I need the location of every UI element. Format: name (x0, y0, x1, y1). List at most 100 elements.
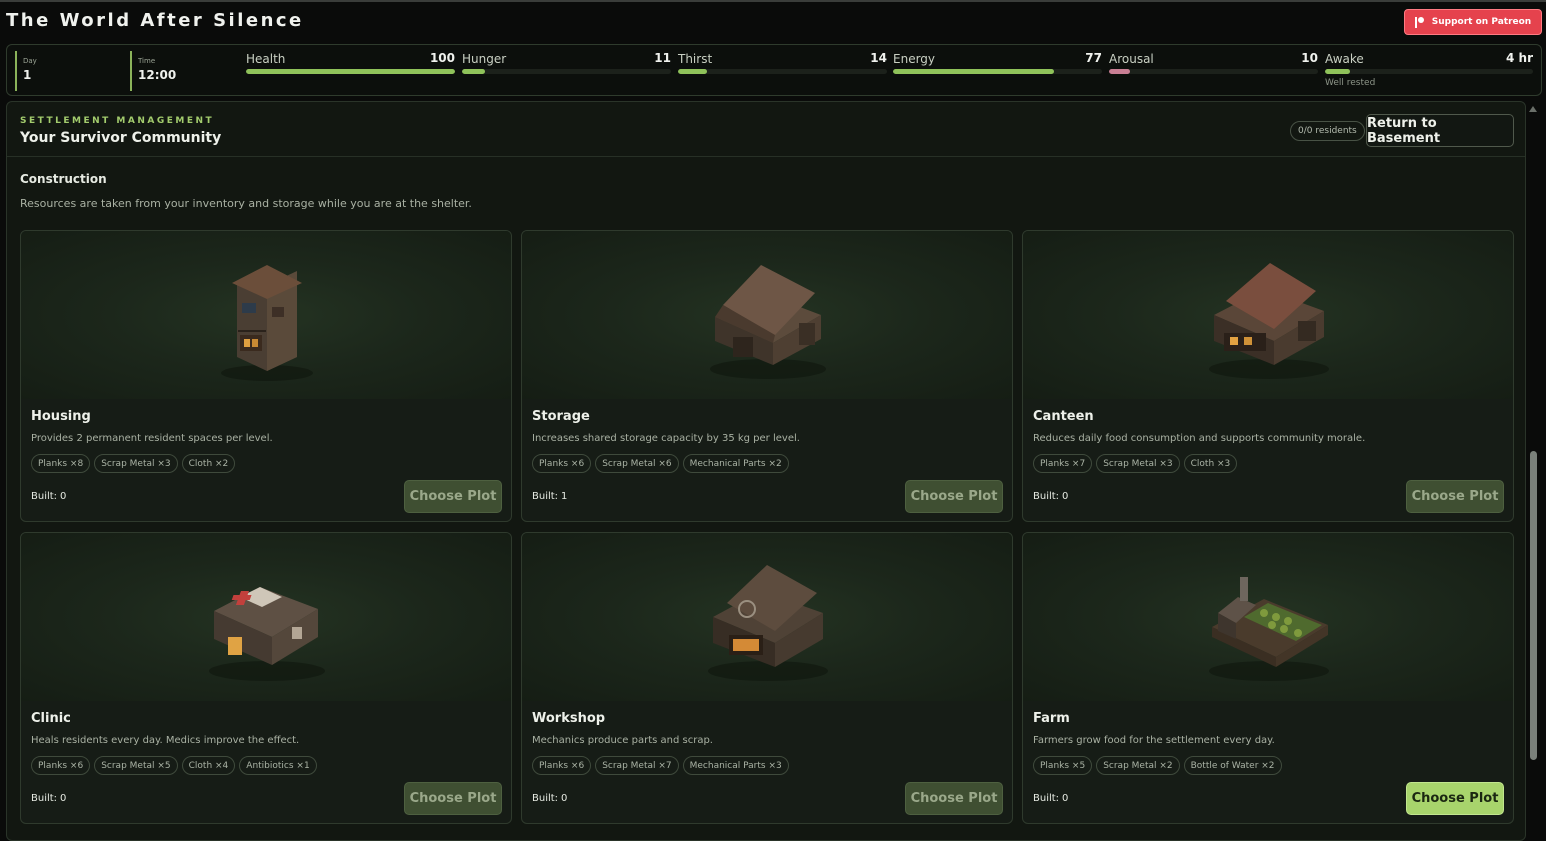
cost-chip: Mechanical Parts ×3 (682, 756, 789, 775)
awake-meter: Awake 4 hr Well rested (1325, 51, 1533, 91)
meter-value: 100 (429, 51, 455, 65)
cost-chip: Cloth ×3 (1183, 454, 1238, 473)
meter-track (678, 69, 887, 74)
built-value: 0 (1062, 491, 1069, 502)
built-label: Built: (1033, 793, 1060, 804)
day-label: Day (23, 57, 37, 65)
cost-chip: Scrap Metal ×3 (1096, 454, 1180, 473)
cost-chip: Bottle of Water ×2 (1183, 756, 1282, 775)
built-count: Built: 1 (532, 491, 567, 502)
return-to-basement-button[interactable]: Return to Basement (1366, 114, 1514, 147)
hunger-meter: Hunger 11 (462, 51, 671, 91)
residents-badge: 0/0 residents (1290, 121, 1365, 141)
card-image (522, 533, 1012, 701)
cost-chips: Planks ×6 Scrap Metal ×5 Cloth ×4 Antibi… (31, 756, 317, 775)
card-name: Farm (1033, 711, 1070, 726)
meter-value: 77 (1085, 51, 1102, 65)
meter-name: Health (246, 52, 286, 66)
card-description: Increases shared storage capacity by 35 … (532, 433, 800, 444)
built-label: Built: (532, 793, 559, 804)
choose-plot-button[interactable]: Choose Plot (905, 480, 1003, 513)
cost-chips: Planks ×6 Scrap Metal ×6 Mechanical Part… (532, 454, 789, 473)
farm-building-image (1209, 577, 1329, 681)
meter-name: Arousal (1109, 52, 1154, 66)
meter-track (246, 69, 455, 74)
choose-plot-button[interactable]: Choose Plot (404, 782, 502, 815)
meter-name: Awake (1325, 52, 1364, 66)
meter-fill (462, 69, 485, 74)
meter-name: Thirst (678, 52, 713, 66)
patreon-icon (1414, 16, 1424, 28)
canteen-building-image (1209, 263, 1329, 379)
day-display: Day 1 (15, 51, 130, 91)
panel-title: Your Survivor Community (20, 130, 222, 146)
scrollbar[interactable] (1527, 102, 1539, 831)
cost-chip: Planks ×6 (532, 756, 592, 775)
card-image (1023, 533, 1513, 701)
time-label: Time (138, 57, 156, 65)
built-label: Built: (532, 491, 559, 502)
built-value: 0 (561, 793, 568, 804)
choose-plot-button[interactable]: Choose Plot (1406, 480, 1504, 513)
built-count: Built: 0 (532, 793, 567, 804)
built-count: Built: 0 (1033, 793, 1068, 804)
day-value: 1 (23, 68, 32, 82)
card-image (21, 231, 511, 399)
card-image (522, 231, 1012, 399)
scrollbar-thumb[interactable] (1530, 451, 1537, 760)
construction-title: Construction (20, 172, 107, 186)
health-meter: Health 100 (246, 51, 455, 91)
choose-plot-button[interactable]: Choose Plot (404, 480, 502, 513)
cost-chips: Planks ×5 Scrap Metal ×2 Bottle of Water… (1033, 756, 1282, 775)
cost-chip: Planks ×6 (31, 756, 91, 775)
meter-value: 11 (654, 51, 671, 65)
time-value: 12:00 (138, 68, 177, 82)
construction-description: Resources are taken from your inventory … (20, 197, 472, 210)
meter-track (1325, 69, 1533, 74)
built-value: 0 (60, 491, 67, 502)
built-value: 0 (60, 793, 67, 804)
building-card-farm: Farm Farmers grow food for the settlemen… (1022, 532, 1514, 824)
cost-chip: Scrap Metal ×7 (595, 756, 679, 775)
card-description: Mechanics produce parts and scrap. (532, 735, 713, 746)
built-value: 1 (561, 491, 568, 502)
meter-fill (893, 69, 1054, 74)
built-label: Built: (31, 793, 58, 804)
choose-plot-button[interactable]: Choose Plot (1406, 782, 1504, 815)
meter-name: Energy (893, 52, 936, 66)
storage-building-image (710, 265, 826, 379)
meter-track (1109, 69, 1318, 74)
cost-chip: Antibiotics ×1 (239, 756, 317, 775)
scroll-up-arrow-icon[interactable] (1529, 106, 1537, 112)
cost-chip: Cloth ×4 (181, 756, 236, 775)
building-card-housing: Housing Provides 2 permanent resident sp… (20, 230, 512, 522)
status-bar: Day 1 Time 12:00 Health 100 Hunger 11 Th… (6, 44, 1542, 96)
choose-plot-button[interactable]: Choose Plot (905, 782, 1003, 815)
time-display: Time 12:00 (130, 51, 240, 91)
cost-chip: Scrap Metal ×3 (94, 454, 178, 473)
cost-chip: Planks ×8 (31, 454, 91, 473)
card-name: Clinic (31, 711, 71, 726)
patreon-button[interactable]: Support on Patreon (1404, 9, 1542, 35)
meter-fill (1109, 69, 1130, 74)
meter-fill (246, 69, 455, 74)
cost-chips: Planks ×8 Scrap Metal ×3 Cloth ×2 (31, 454, 236, 473)
cost-chip: Cloth ×2 (181, 454, 236, 473)
meter-fill (678, 69, 708, 74)
cost-chip: Planks ×5 (1033, 756, 1093, 775)
built-label: Built: (31, 491, 58, 502)
card-image (21, 533, 511, 701)
cost-chip: Planks ×7 (1033, 454, 1093, 473)
meter-fill (1325, 69, 1350, 74)
card-description: Provides 2 permanent resident spaces per… (31, 433, 273, 444)
energy-meter: Energy 77 (893, 51, 1102, 91)
building-card-storage: Storage Increases shared storage capacit… (521, 230, 1013, 522)
cost-chip: Planks ×6 (532, 454, 592, 473)
panel-header: SETTLEMENT MANAGEMENT Your Survivor Comm… (7, 102, 1525, 157)
card-image (1023, 231, 1513, 399)
building-card-clinic: Clinic Heals residents every day. Medics… (20, 532, 512, 824)
card-description: Farmers grow food for the settlement eve… (1033, 735, 1275, 746)
cost-chips: Planks ×6 Scrap Metal ×7 Mechanical Part… (532, 756, 789, 775)
patreon-label: Support on Patreon (1431, 17, 1532, 27)
window-top-border (0, 0, 1546, 2)
